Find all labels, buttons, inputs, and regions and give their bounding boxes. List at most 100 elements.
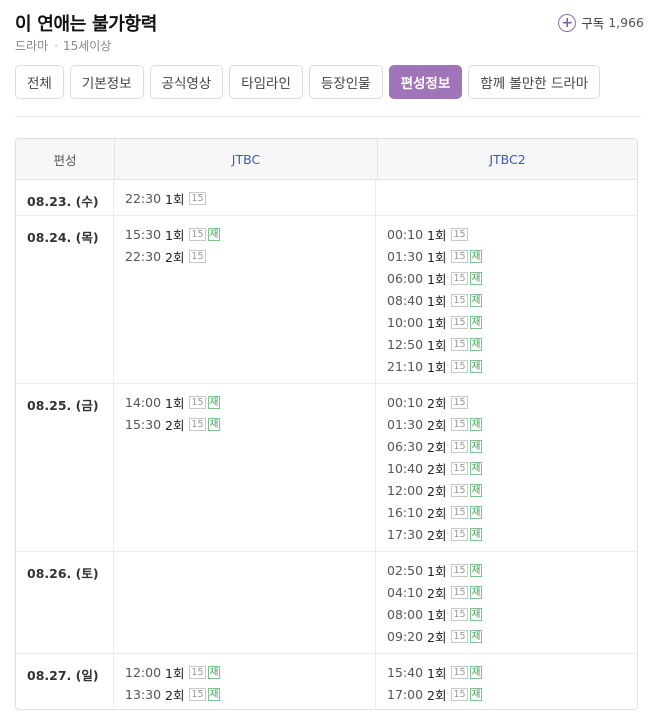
slot-time: 12:00: [125, 664, 162, 680]
tab-0[interactable]: 전체: [15, 65, 64, 99]
rerun-badge: 재: [469, 417, 483, 431]
cell-jtbc: 15:30 1회 15 재 22:30 2회 15: [114, 216, 376, 383]
tab-3[interactable]: 타임라인: [229, 65, 303, 99]
slot-time: 10:40: [387, 460, 424, 476]
slot-episode: 1회: [427, 359, 447, 375]
age-badge: 15: [451, 461, 468, 475]
cell-jtbc2: 02:50 1회 15 재 04:10 2회 15 재 08:00 1회 15 재 09:20 2회 15 재: [376, 552, 637, 653]
age-badge: 15: [451, 585, 468, 599]
slot-episode: 2회: [427, 687, 447, 703]
schedule-slot: 02:50 1회 15 재: [387, 559, 637, 581]
age-badge: 15: [451, 395, 468, 409]
slot-episode: 1회: [427, 337, 447, 353]
schedule-slot: 17:30 2회 15 재: [387, 523, 637, 545]
rerun-badge: 재: [207, 395, 221, 409]
slot-episode: 1회: [427, 607, 447, 623]
schedule-date: 08.26. (토): [16, 552, 114, 653]
slot-time: 17:00: [387, 686, 424, 702]
age-badge: 15: [451, 483, 468, 497]
age-badge: 15: [451, 271, 468, 285]
schedule-date: 08.24. (목): [16, 216, 114, 383]
schedule-slot: 15:30 2회 15 재: [125, 413, 375, 435]
schedule-slot: 17:00 2회 15 재: [387, 683, 637, 705]
cell-jtbc: 22:30 1회 15: [114, 180, 376, 215]
schedule-slot: 01:30 1회 15 재: [387, 245, 637, 267]
schedule-slot: 08:40 1회 15 재: [387, 289, 637, 311]
age-badge: 15: [451, 563, 468, 577]
rerun-badge: 재: [207, 417, 221, 431]
rerun-badge: 재: [469, 439, 483, 453]
slot-time: 08:00: [387, 606, 424, 622]
slot-time: 14:00: [125, 394, 162, 410]
slot-time: 10:00: [387, 314, 424, 330]
age-badge: 15: [451, 417, 468, 431]
slot-episode: 1회: [427, 293, 447, 309]
genre-link[interactable]: 드라마: [15, 39, 48, 53]
meta-separator: ·: [54, 39, 58, 53]
slot-episode: 2회: [427, 505, 447, 521]
slot-time: 04:10: [387, 584, 424, 600]
age-badge: 15: [189, 687, 206, 701]
slot-episode: 1회: [165, 227, 185, 243]
age-badge: 15: [189, 665, 206, 679]
slot-episode: 2회: [427, 439, 447, 455]
tab-6[interactable]: 함께 볼만한 드라마: [468, 65, 601, 99]
cell-jtbc2: [376, 180, 637, 215]
schedule-slot: 12:00 2회 15 재: [387, 479, 637, 501]
page-title: 이 연애는 불가항력: [15, 14, 158, 35]
tab-2[interactable]: 공식영상: [149, 65, 224, 99]
rerun-badge: 재: [469, 665, 483, 679]
program-header: 이 연애는 불가항력 드라마 · 15세이상 + 구독 1,966: [15, 8, 644, 58]
schedule-slot: 00:10 2회 15: [387, 391, 637, 413]
slot-time: 16:10: [387, 504, 424, 520]
age-badge: 15: [451, 293, 468, 307]
slot-time: 12:50: [387, 336, 424, 352]
rerun-badge: 재: [207, 227, 221, 241]
age-badge: 15: [451, 629, 468, 643]
slot-time: 00:10: [387, 226, 424, 242]
slot-episode: 1회: [427, 315, 447, 331]
slot-episode: 1회: [427, 563, 447, 579]
tab-4[interactable]: 등장인물: [308, 65, 383, 99]
cell-jtbc: [114, 552, 376, 653]
schedule-date: 08.27. (일): [16, 654, 114, 709]
schedule-slot: 01:30 2회 15 재: [387, 413, 637, 435]
rerun-badge: 재: [207, 665, 221, 679]
rerun-badge: 재: [469, 271, 483, 285]
schedule-date: 08.23. (수): [16, 180, 114, 215]
tab-1[interactable]: 기본정보: [69, 65, 144, 99]
cell-jtbc: 12:00 1회 15 재 13:30 2회 15 재: [114, 654, 376, 709]
age-badge: 15: [451, 505, 468, 519]
age-badge: 15: [189, 417, 206, 431]
slot-time: 06:00: [387, 270, 424, 286]
age-rating: 15세이상: [62, 39, 112, 53]
schedule-slot: 09:20 2회 15 재: [387, 625, 637, 647]
rerun-badge: 재: [469, 527, 483, 541]
slot-episode: 2회: [427, 585, 447, 601]
age-badge: 15: [451, 607, 468, 621]
rerun-badge: 재: [469, 293, 483, 307]
age-badge: 15: [189, 191, 206, 205]
schedule-slot: 15:30 1회 15 재: [125, 223, 375, 245]
rerun-badge: 재: [469, 629, 483, 643]
age-badge: 15: [189, 249, 206, 263]
tab-5[interactable]: 편성정보: [388, 65, 463, 99]
slot-time: 00:10: [387, 394, 424, 410]
schedule-slot: 14:00 1회 15 재: [125, 391, 375, 413]
slot-episode: 1회: [165, 191, 185, 207]
rerun-badge: 재: [469, 337, 483, 351]
tab-bar: 전체 기본정보 공식영상 타임라인 등장인물 편성정보 함께 볼만한 드라마: [15, 65, 606, 99]
schedule-slot: 13:30 2회 15 재: [125, 683, 375, 705]
rerun-badge: 재: [207, 687, 221, 701]
schedule-row: 08.26. (토) 02:50 1회 15 재 04:10 2회 15 재 08:00 1회 15 재…: [16, 552, 637, 654]
slot-time: 21:10: [387, 358, 424, 374]
rerun-badge: 재: [469, 563, 483, 577]
age-badge: 15: [451, 337, 468, 351]
cell-jtbc: 14:00 1회 15 재 15:30 2회 15 재: [114, 384, 376, 551]
subscribe-button[interactable]: + 구독 1,966: [558, 13, 644, 32]
rerun-badge: 재: [469, 359, 483, 373]
subscribe-label: 구독: [581, 16, 605, 31]
subscriber-count: 1,966: [608, 15, 644, 30]
age-badge: 15: [189, 395, 206, 409]
slot-time: 01:30: [387, 416, 424, 432]
